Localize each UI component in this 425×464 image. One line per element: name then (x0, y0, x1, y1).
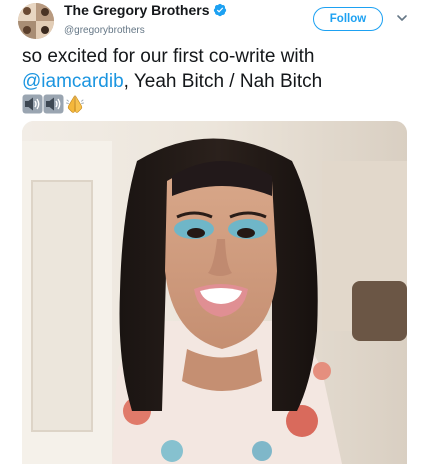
tweet-text-line1: so excited for our first co-write with (22, 46, 315, 67)
handle[interactable]: @gregorybrothers (64, 25, 145, 36)
follow-button[interactable]: Follow (313, 7, 383, 31)
speaker-icon (22, 94, 43, 114)
verified-badge-icon (214, 3, 227, 17)
folded-hands-icon (66, 95, 84, 113)
chevron-down-icon[interactable] (396, 12, 408, 24)
tweet-text-line2: @iamcardib, Yeah Bitch / Nah Bitch (22, 69, 417, 94)
name-row: The Gregory Brothers (64, 2, 227, 18)
tweet-text: so excited for our first co-write with @… (22, 44, 417, 94)
video-thumbnail[interactable] (22, 121, 407, 464)
tweet-text-line2-rest: , Yeah Bitch / Nah Bitch (123, 71, 323, 92)
display-name[interactable]: The Gregory Brothers (64, 2, 209, 18)
speaker-icon (43, 94, 64, 114)
avatar[interactable] (18, 3, 54, 39)
mention-link[interactable]: @iamcardib (22, 71, 124, 92)
video-frame-image (22, 121, 407, 464)
emoji-row (22, 94, 85, 114)
tweet-header: The Gregory Brothers @gregorybrothers Fo… (0, 0, 425, 44)
